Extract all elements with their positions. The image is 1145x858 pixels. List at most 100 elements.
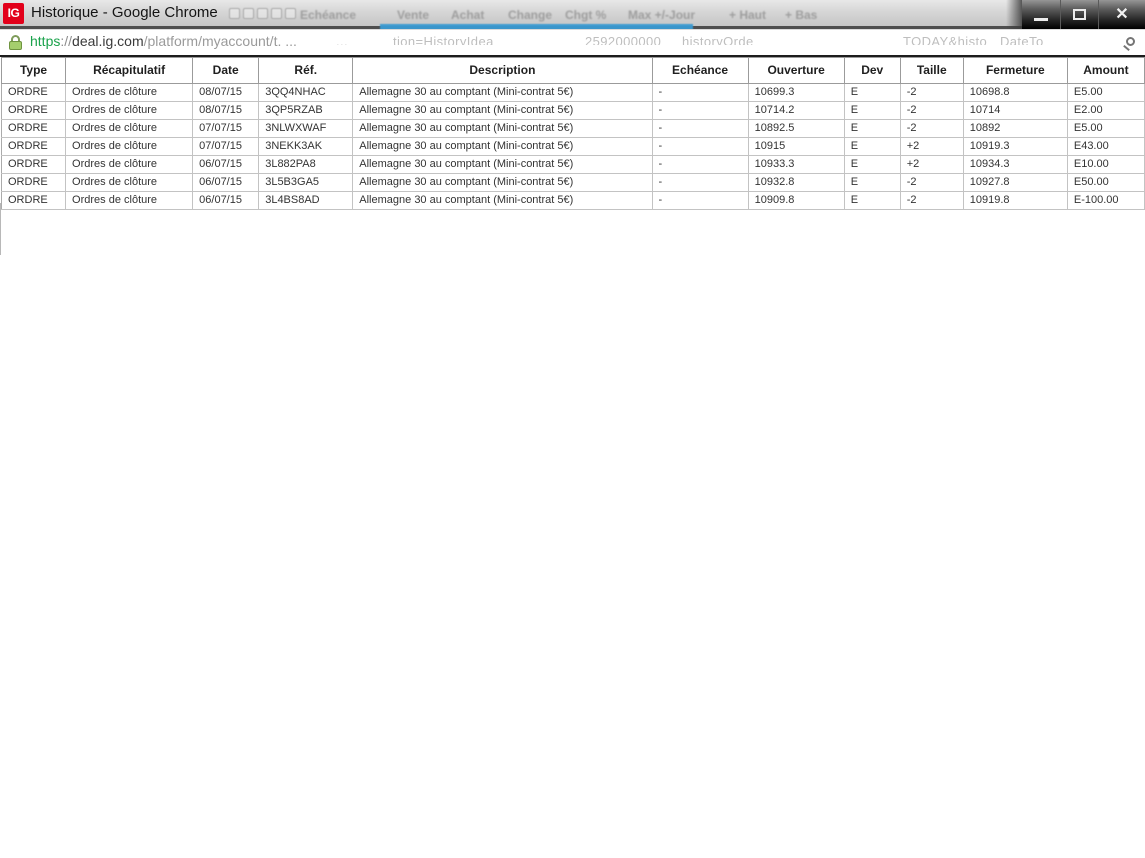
table-cell: 06/07/15 [192,191,260,210]
maximize-button[interactable] [1060,0,1098,29]
column-header-dev[interactable]: Dev [843,57,901,84]
table-row[interactable]: ORDRE Ordres de clôture 07/07/15 3NEKK3AK Al… [0,137,1145,156]
ghost-column-label: Change [508,8,553,22]
table-cell: 06/07/15 [192,173,260,192]
table-cell: 10934.3 [962,155,1068,174]
table-cell: 10698.8 [962,83,1068,102]
maximize-icon [1073,9,1086,20]
table-cell: +2 [899,137,964,156]
table-cell: E [843,101,901,120]
table-cell: 10909.8 [747,191,845,210]
table-cell: Ordres de clôture [65,173,194,192]
table-row[interactable]: ORDRE Ordres de clôture 08/07/15 3QQ4NHAC Al… [0,83,1145,102]
table-cell: -2 [899,191,964,210]
column-header-amount[interactable]: Amount [1066,57,1145,84]
ghost-url-fragment: TODAY&histo [903,35,988,45]
table-cell: ORDRE [0,191,67,210]
table-cell: E [843,155,901,174]
url-separator: :// [60,33,73,49]
table-cell: 3QP5RZAB [258,101,354,120]
table-cell: 07/07/15 [192,137,260,156]
table-row[interactable]: ORDRE Ordres de clôture 06/07/15 3L5B3GA5 Al… [0,173,1145,192]
table-cell: 3QQ4NHAC [258,83,354,102]
ghost-column-label: Achat [451,8,485,22]
table-cell: - [651,119,749,138]
table-cell: E-100.00 [1066,191,1145,210]
table-cell: - [651,137,749,156]
browser-popup-window: IG Historique - Google Chrome Echéance V… [0,0,1145,858]
column-header-type[interactable]: Type [0,57,67,84]
table-cell: E5.00 [1066,119,1145,138]
ghost-url-fragment: DateTo [1000,35,1044,45]
table-cell: ORDRE [0,173,67,192]
table-cell: E [843,119,901,138]
column-header-description[interactable]: Description [352,57,653,84]
table-cell: 3NLWXWAF [258,119,354,138]
table-row[interactable]: ORDRE Ordres de clôture 08/07/15 3QP5RZAB Al… [0,101,1145,120]
table-cell: - [651,155,749,174]
table-cell: - [651,101,749,120]
table-cell: Allemagne 30 au comptant (Mini-contrat 5… [352,191,653,210]
close-button[interactable]: ✕ [1098,0,1145,29]
table-header-row: Type Récapitulatif Date Réf. Description… [0,57,1145,84]
url-domain: deal.ig.com [72,33,144,49]
column-header-fermeture[interactable]: Fermeture [962,57,1068,84]
ghost-column-label: + Bas [785,8,818,22]
ghost-url-fragment: 2592000000 [585,35,662,45]
table-cell: -2 [899,119,964,138]
ig-logo-icon: IG [3,3,24,24]
table-cell: ORDRE [0,83,67,102]
column-header-recapitulatif[interactable]: Récapitulatif [65,57,194,84]
table-cell: 10915 [747,137,845,156]
table-cell: 10699.3 [747,83,845,102]
column-header-taille[interactable]: Taille [899,57,964,84]
window-left-border [0,203,1,255]
ghost-toolbar-button [271,8,282,19]
table-row[interactable]: ORDRE Ordres de clôture 07/07/15 3NLWXWAF Al… [0,119,1145,138]
table-cell: Allemagne 30 au comptant (Mini-contrat 5… [352,137,653,156]
table-cell: Ordres de clôture [65,155,194,174]
table-cell: - [651,83,749,102]
table-cell: -2 [899,173,964,192]
table-cell: E [843,137,901,156]
table-cell: 10933.3 [747,155,845,174]
table-cell: 3L4BS8AD [258,191,354,210]
column-header-ref[interactable]: Réf. [258,57,354,84]
search-zoom-icon[interactable] [1126,37,1135,46]
ghost-column-label: Echéance [300,8,357,22]
table-cell: E [843,173,901,192]
table-cell: 3NEKK3AK [258,137,354,156]
window-controls: ✕ [1006,0,1145,29]
table-cell: E5.00 [1066,83,1145,102]
table-cell: -2 [899,101,964,120]
ssl-padlock-icon[interactable] [9,35,22,50]
table-cell: E [843,83,901,102]
table-cell: 10919.8 [962,191,1068,210]
table-cell: - [651,173,749,192]
table-row[interactable]: ORDRE Ordres de clôture 06/07/15 3L4BS8AD Al… [0,191,1145,210]
close-icon: ✕ [1115,5,1129,23]
table-cell: 07/07/15 [192,119,260,138]
ghost-url-fragment: historyOrde [682,35,754,45]
table-cell: 10927.8 [962,173,1068,192]
history-table-body: ORDRE Ordres de clôture 08/07/15 3QQ4NHAC Al… [0,83,1145,210]
window-titlebar[interactable]: IG Historique - Google Chrome Echéance V… [0,0,1145,26]
table-cell: Allemagne 30 au comptant (Mini-contrat 5… [352,83,653,102]
table-cell: ORDRE [0,155,67,174]
table-cell: Ordres de clôture [65,119,194,138]
url-text[interactable]: https://deal.ig.com/platform/myaccount/t… [30,33,297,49]
table-row[interactable]: ORDRE Ordres de clôture 06/07/15 3L882PA8 Al… [0,155,1145,174]
table-cell: - [651,191,749,210]
column-header-ouverture[interactable]: Ouverture [747,57,845,84]
table-cell: 08/07/15 [192,101,260,120]
column-header-echeance[interactable]: Echéance [651,57,749,84]
table-cell: Ordres de clôture [65,101,194,120]
table-cell: ORDRE [0,119,67,138]
minimize-button[interactable] [1022,0,1060,29]
table-cell: Ordres de clôture [65,191,194,210]
ghost-toolbar-button [257,8,268,19]
table-cell: 10714 [962,101,1068,120]
column-header-date[interactable]: Date [192,57,260,84]
ghost-toolbar-button [243,8,254,19]
table-cell: Allemagne 30 au comptant (Mini-contrat 5… [352,119,653,138]
